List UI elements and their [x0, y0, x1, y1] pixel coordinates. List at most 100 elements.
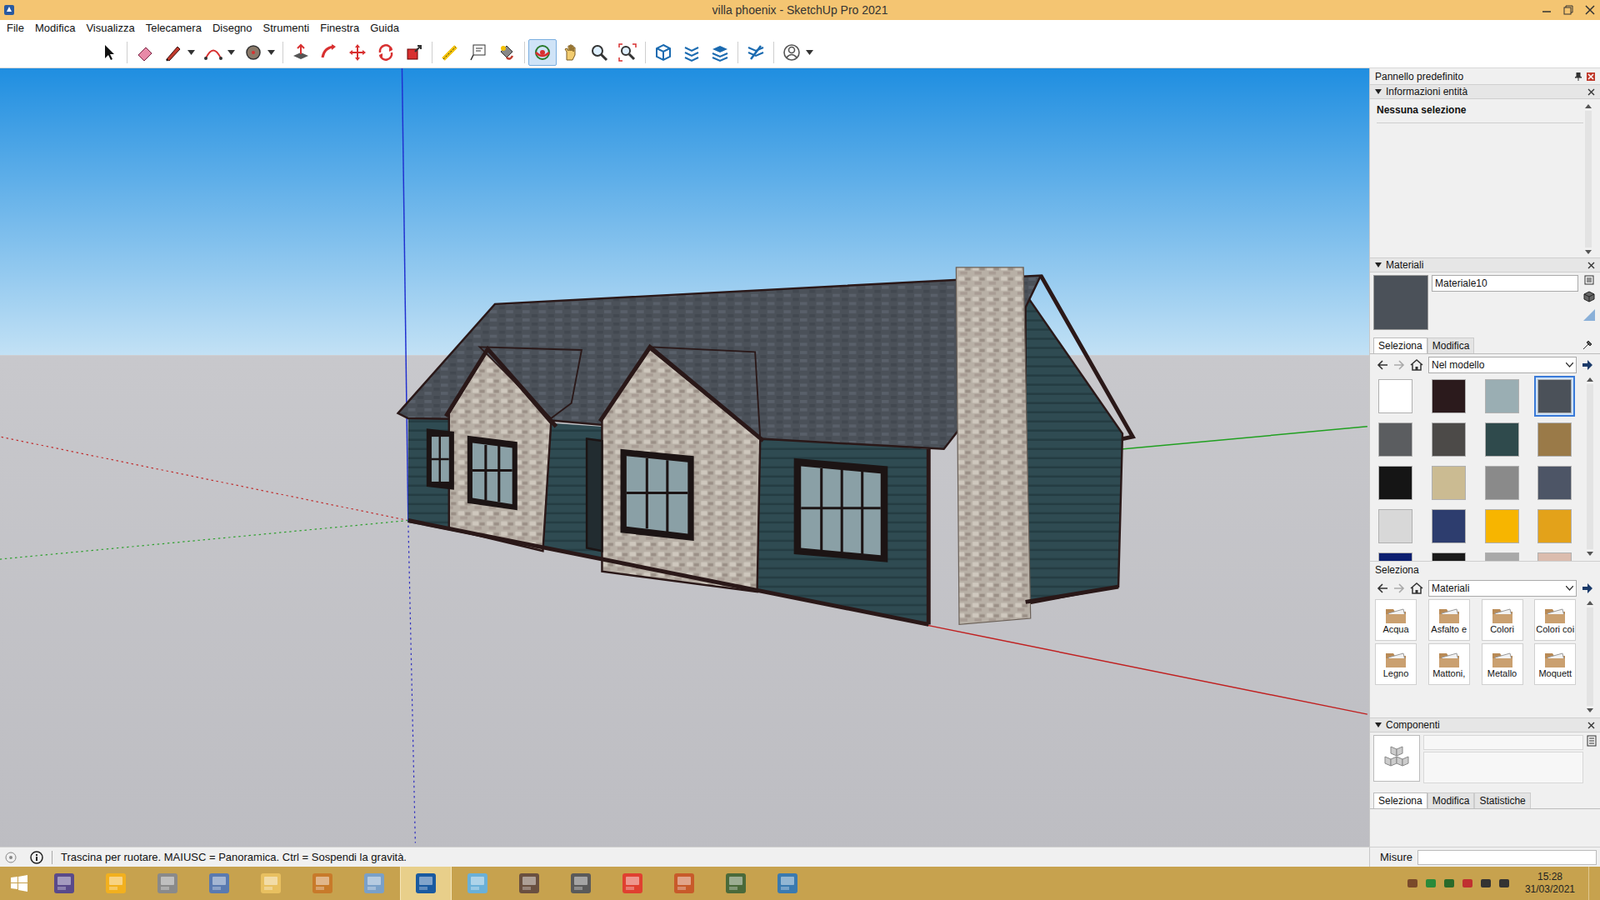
tab-wrap[interactable]: Statistiche — [1474, 792, 1530, 809]
taskbar-app[interactable] — [658, 866, 710, 900]
material-swatch[interactable] — [1375, 375, 1416, 417]
material-swatch[interactable] — [1428, 505, 1470, 547]
default-material-icon[interactable] — [1582, 308, 1596, 322]
forward-icon[interactable] — [1393, 360, 1405, 370]
material-swatch[interactable] — [1481, 462, 1523, 504]
eyedropper-icon[interactable] — [1581, 339, 1597, 354]
geo-location-icon[interactable] — [5, 851, 17, 864]
material-name-field[interactable]: Materiale10 — [1431, 275, 1579, 292]
library-folder[interactable]: Asfalto e — [1428, 599, 1470, 641]
tray-icon[interactable] — [1498, 877, 1510, 890]
scroll-up-icon[interactable] — [1586, 600, 1594, 605]
expand-arrow-icon[interactable] — [1375, 89, 1382, 95]
scroll-up-icon[interactable] — [1586, 377, 1594, 382]
taskbar-app[interactable] — [710, 866, 762, 900]
tab[interactable]: Modifica — [1427, 337, 1475, 354]
tool-button[interactable] — [130, 39, 160, 66]
expand-arrow-icon[interactable] — [1375, 722, 1382, 728]
show-desktop[interactable] — [1588, 866, 1594, 900]
close-icon[interactable] — [1587, 261, 1595, 270]
material-swatch[interactable] — [1428, 549, 1470, 561]
material-swatch[interactable] — [1534, 505, 1575, 547]
scroll-down-icon[interactable] — [1586, 551, 1594, 556]
taskbar-app[interactable] — [503, 866, 555, 900]
tool-button[interactable] — [705, 39, 735, 66]
tab[interactable]: Seleziona — [1373, 792, 1428, 809]
library-folder[interactable]: Acqua — [1375, 599, 1417, 641]
details-icon[interactable] — [1581, 582, 1594, 595]
menu-item[interactable]: Guida — [369, 20, 400, 36]
taskbar-app[interactable] — [555, 866, 607, 900]
tab-wrap[interactable]: Seleziona — [1373, 337, 1428, 354]
menu-item[interactable]: Disegno — [211, 20, 254, 36]
material-swatch[interactable] — [1534, 462, 1575, 504]
material-swatch[interactable] — [1534, 375, 1575, 417]
info-icon[interactable] — [30, 850, 44, 865]
tray-icon[interactable] — [1425, 877, 1437, 890]
taskbar-app[interactable] — [193, 866, 245, 900]
material-swatch[interactable] — [1481, 375, 1523, 417]
create-material-icon[interactable] — [1582, 290, 1596, 304]
tab[interactable]: Seleziona — [1373, 337, 1428, 354]
tray-icon[interactable] — [1443, 877, 1455, 890]
tool-button[interactable] — [239, 39, 280, 66]
tool-button[interactable] — [199, 39, 240, 66]
tool-button[interactable] — [315, 39, 344, 66]
entity-info-header[interactable]: Informazioni entità — [1370, 84, 1600, 100]
back-icon[interactable] — [1376, 360, 1389, 370]
tool-button[interactable] — [649, 39, 678, 66]
taskbar-app[interactable] — [606, 866, 659, 900]
close-icon[interactable] — [1586, 72, 1595, 81]
scroll-down-icon[interactable] — [1585, 250, 1592, 255]
close-icon[interactable] — [1587, 721, 1595, 730]
tool-button[interactable] — [613, 39, 642, 66]
tool-button[interactable] — [585, 39, 614, 66]
taskbar-app[interactable] — [141, 866, 194, 900]
library-folder[interactable]: Metallo — [1481, 643, 1524, 685]
taskbar-app[interactable] — [761, 866, 814, 900]
library-folder[interactable]: Mattoni, — [1428, 643, 1470, 685]
material-swatch[interactable] — [1375, 419, 1416, 460]
taskbar-app[interactable] — [451, 866, 504, 900]
menu-item[interactable]: Modifica — [34, 20, 76, 36]
taskbar-app[interactable] — [400, 866, 452, 900]
tool-button[interactable] — [464, 39, 493, 66]
details-icon[interactable] — [1586, 735, 1597, 747]
details-icon[interactable] — [1584, 275, 1595, 285]
dropdown-arrow-icon[interactable] — [267, 50, 275, 55]
home-icon[interactable] — [1410, 582, 1424, 595]
tool-button[interactable] — [159, 39, 200, 66]
tab-wrap[interactable]: Seleziona — [1373, 792, 1428, 809]
viewport[interactable] — [0, 68, 1370, 847]
material-swatch[interactable] — [1428, 462, 1470, 504]
home-icon[interactable] — [1410, 359, 1424, 371]
scrollbar[interactable] — [1583, 102, 1594, 256]
tool-button[interactable] — [677, 39, 706, 66]
materials-header[interactable]: Materiali — [1370, 257, 1600, 273]
tool-button[interactable] — [371, 39, 400, 66]
library-folder[interactable]: Legno — [1375, 643, 1417, 685]
tool-button[interactable] — [95, 39, 124, 66]
clock[interactable]: 15:2831/03/2021 — [1525, 870, 1575, 896]
taskbar-app[interactable] — [296, 866, 349, 900]
tab[interactable]: Modifica — [1427, 792, 1475, 809]
taskbar-app[interactable] — [90, 866, 142, 900]
material-swatch[interactable] — [1534, 549, 1575, 561]
measure-field[interactable] — [1417, 850, 1597, 865]
tool-button[interactable] — [343, 39, 372, 66]
tool-button[interactable] — [556, 39, 585, 66]
tab-wrap[interactable]: Modifica — [1427, 337, 1475, 354]
tool-button[interactable] — [435, 39, 465, 66]
collection-dropdown[interactable]: Nel modello — [1428, 356, 1577, 374]
material-swatch[interactable] — [1375, 462, 1416, 504]
pin-icon[interactable] — [1575, 72, 1582, 81]
tray-icon[interactable] — [1406, 877, 1419, 890]
restore-icon[interactable] — [1563, 5, 1574, 15]
tab[interactable]: Statistiche — [1474, 792, 1530, 809]
tool-button[interactable] — [777, 39, 818, 66]
dropdown-arrow-icon[interactable] — [187, 50, 195, 55]
menu-item[interactable]: Finestra — [319, 20, 360, 36]
scrollbar[interactable] — [1585, 375, 1595, 558]
forward-icon[interactable] — [1393, 583, 1405, 594]
component-description-field[interactable] — [1423, 751, 1584, 784]
